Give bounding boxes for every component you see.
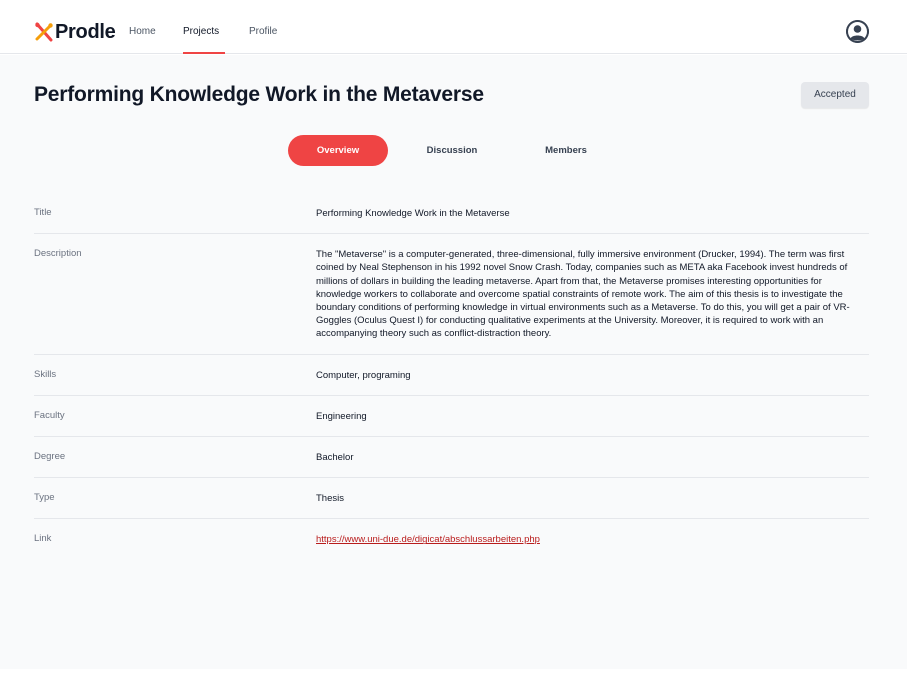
detail-value: Computer, programing	[316, 369, 411, 381]
detail-row-description: Description The "Metaverse" is a compute…	[34, 234, 869, 355]
detail-label: Degree	[34, 451, 66, 463]
nav-home-link[interactable]: Home	[129, 21, 156, 54]
status-badge: Accepted	[801, 82, 869, 108]
detail-value: Performing Knowledge Work in the Metaver…	[316, 208, 510, 219]
detail-label: Description	[34, 248, 82, 260]
tools-logo-icon	[34, 22, 54, 42]
tab-overview[interactable]: Overview	[288, 135, 388, 166]
detail-value: Thesis	[316, 493, 344, 505]
detail-label: Faculty	[34, 409, 65, 421]
detail-row-skills: Skills Computer, programing	[34, 355, 869, 396]
detail-row-type: Type Thesis	[34, 478, 869, 520]
tab-members[interactable]: Members	[520, 135, 612, 166]
tab-discussion[interactable]: Discussion	[405, 135, 499, 166]
detail-row-link: Link https://www.uni-due.de/digicat/absc…	[34, 519, 869, 559]
app-name: Prodle	[55, 21, 116, 43]
nav-profile-link[interactable]: Profile	[249, 21, 277, 54]
detail-value: Engineering	[316, 410, 367, 422]
project-external-link[interactable]: https://www.uni-due.de/digicat/abschluss…	[316, 534, 540, 545]
prodle-logo[interactable]: Prodle	[34, 19, 116, 45]
detail-value: https://www.uni-due.de/digicat/abschluss…	[316, 519, 869, 559]
detail-label: Title	[34, 207, 52, 218]
project-details-list: Title Performing Knowledge Work in the M…	[34, 193, 869, 560]
detail-value: Bachelor	[316, 452, 354, 464]
top-navbar: Prodle Home Projects Profile	[0, 0, 907, 54]
project-detail-page: Performing Knowledge Work in the Metaver…	[0, 55, 907, 669]
detail-label: Link	[34, 533, 52, 545]
user-avatar-icon[interactable]	[846, 20, 869, 43]
detail-label: Type	[34, 492, 55, 504]
detail-value: The "Metaverse" is a computer-generated,…	[316, 249, 850, 340]
detail-row-faculty: Faculty Engineering	[34, 396, 869, 438]
nav-projects-link[interactable]: Projects	[183, 21, 225, 54]
page-title: Performing Knowledge Work in the Metaver…	[34, 83, 484, 106]
detail-row-title: Title Performing Knowledge Work in the M…	[34, 193, 869, 235]
detail-row-degree: Degree Bachelor	[34, 437, 869, 479]
detail-label: Skills	[34, 368, 57, 380]
